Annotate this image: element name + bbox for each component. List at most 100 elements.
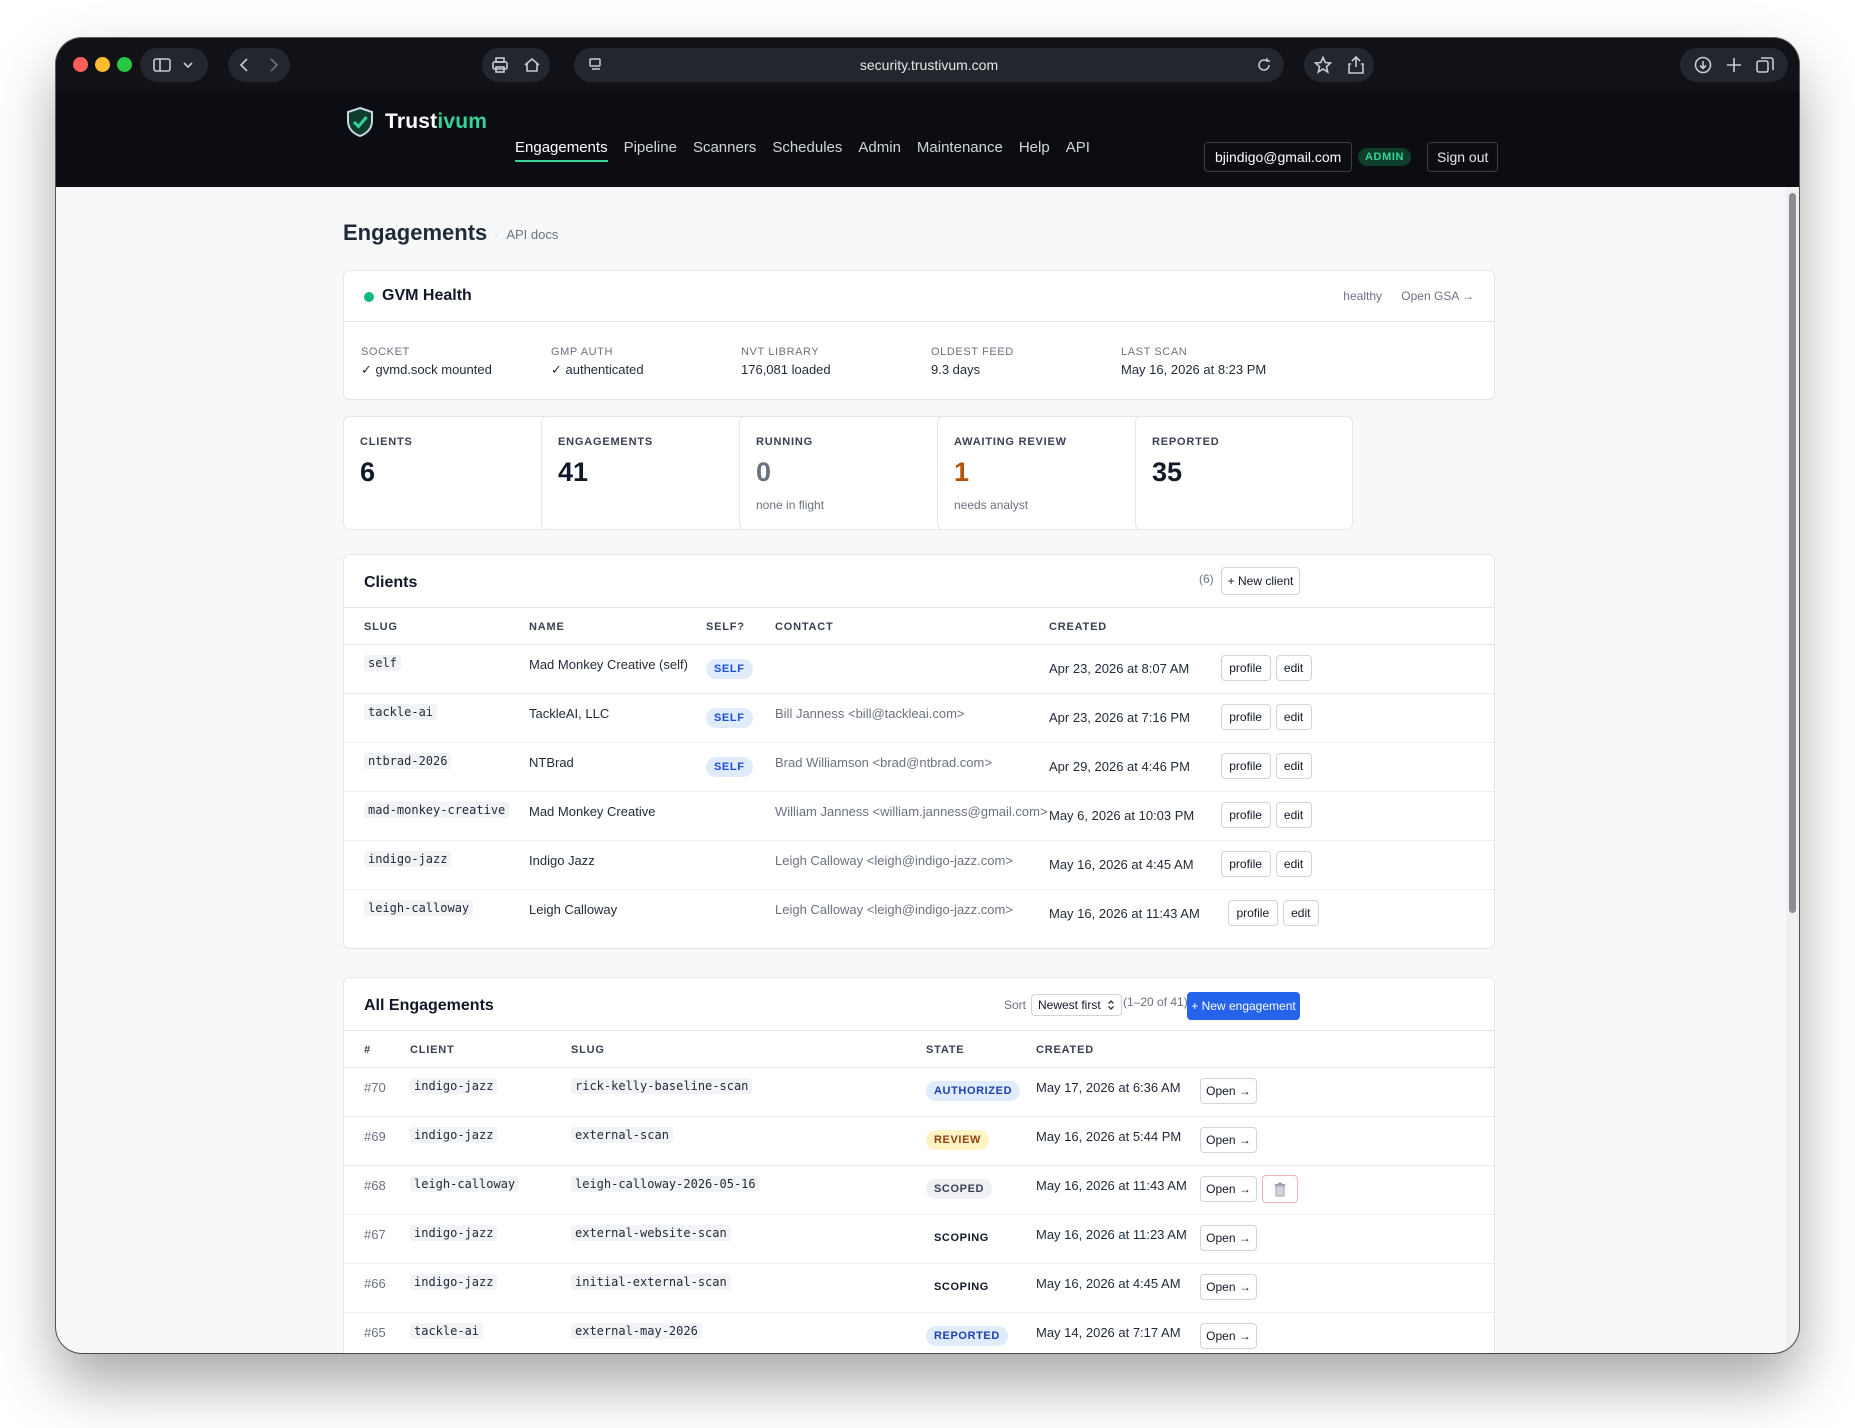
open-engagement-button[interactable]: Open →	[1200, 1323, 1257, 1349]
zoom-window-button[interactable]	[117, 57, 132, 72]
engagement-id: #66	[364, 1276, 386, 1291]
engagement-slug: external-website-scan	[571, 1225, 731, 1241]
nav-api[interactable]: API	[1066, 139, 1090, 162]
client-row: mad-monkey-creative Mad Monkey Creative Wi…	[344, 792, 1494, 841]
engagement-id: #67	[364, 1227, 386, 1242]
bookmark-star-icon[interactable]	[1314, 56, 1332, 74]
stat-card-running: RUNNING 0 none in flight	[739, 416, 957, 530]
client-profile-button[interactable]: profile	[1220, 851, 1271, 877]
desktop: security.trustivum.com Trustivum Engagem…	[0, 0, 1855, 1428]
state-badge: AUTHORIZED	[926, 1081, 1021, 1101]
nav-help[interactable]: Help	[1019, 139, 1050, 162]
open-engagement-button[interactable]: Open →	[1200, 1127, 1257, 1153]
new-client-button[interactable]: + New client	[1221, 567, 1300, 595]
stat-label: RUNNING	[756, 436, 813, 448]
column-header: NAME	[529, 621, 565, 633]
nav-pipeline[interactable]: Pipeline	[624, 139, 677, 162]
stat-label: AWAITING REVIEW	[954, 436, 1067, 448]
nav-scanners[interactable]: Scanners	[693, 139, 756, 162]
client-edit-button[interactable]: edit	[1275, 802, 1312, 828]
open-engagement-button[interactable]: Open →	[1200, 1078, 1257, 1104]
engagement-row: #70 indigo-jazz rick-kelly-baseline-scan AU…	[344, 1068, 1494, 1117]
client-name: TackleAI, LLC	[529, 706, 610, 721]
page-settings-icon[interactable]	[588, 57, 604, 73]
minimize-window-button[interactable]	[95, 57, 110, 72]
clients-title: Clients	[364, 574, 418, 591]
column-header: CREATED	[1036, 1044, 1094, 1056]
open-engagement-button[interactable]: Open →	[1200, 1225, 1257, 1251]
home-icon[interactable]	[523, 57, 541, 73]
reload-icon[interactable]	[1256, 57, 1272, 73]
download-icon[interactable]	[1694, 56, 1712, 74]
client-profile-button[interactable]: profile	[1220, 753, 1271, 779]
client-name: Indigo Jazz	[529, 853, 595, 868]
url-text: security.trustivum.com	[859, 57, 999, 73]
client-profile-button[interactable]: profile	[1220, 704, 1271, 730]
delete-engagement-button[interactable]	[1262, 1175, 1298, 1203]
close-window-button[interactable]	[73, 57, 88, 72]
sidebar-toggle-button[interactable]	[140, 48, 208, 82]
logo-text-accent: ivum	[437, 110, 488, 133]
state-badge: REPORTED	[926, 1326, 1008, 1346]
logo[interactable]: Trustivum	[345, 106, 487, 138]
tab-overview-icon[interactable]	[1756, 56, 1774, 74]
gvm-metric-value: 9.3 days	[931, 362, 981, 377]
open-engagement-button[interactable]: Open →	[1200, 1176, 1257, 1202]
client-profile-button[interactable]: profile	[1220, 655, 1271, 681]
new-engagement-button[interactable]: + New engagement	[1187, 992, 1300, 1020]
column-header: SELF?	[706, 621, 745, 633]
column-header: SLUG	[364, 621, 398, 633]
engagement-slug: initial-external-scan	[571, 1274, 731, 1290]
client-edit-button[interactable]: edit	[1275, 655, 1312, 681]
engagements-range: (1–20 of 41)	[1123, 995, 1188, 1009]
scrollbar-thumb[interactable]	[1789, 193, 1796, 913]
page-scrollbar[interactable]	[1786, 187, 1799, 1353]
shield-check-icon	[347, 106, 373, 138]
client-edit-button[interactable]: edit	[1275, 851, 1312, 877]
nav-schedules[interactable]: Schedules	[772, 139, 842, 162]
client-edit-button[interactable]: edit	[1275, 753, 1312, 779]
stat-card-awaiting-review: AWAITING REVIEW 1 needs analyst	[937, 416, 1155, 530]
sign-out-button[interactable]: Sign out	[1427, 142, 1499, 172]
new-tab-icon[interactable]	[1726, 57, 1742, 73]
stat-label: ENGAGEMENTS	[558, 436, 653, 448]
nav-engagements[interactable]: Engagements	[515, 139, 608, 162]
engagements-title: All Engagements	[364, 997, 494, 1014]
stat-value: 0	[756, 457, 772, 487]
gvm-metric-value: May 16, 2026 at 8:23 PM	[1121, 362, 1267, 377]
engagement-created: May 16, 2026 at 11:43 AM	[1036, 1178, 1187, 1193]
stat-value: 35	[1152, 457, 1183, 487]
open-gsa-link[interactable]: Open GSA →	[1401, 289, 1474, 303]
history-nav	[228, 48, 290, 82]
open-engagement-button[interactable]: Open →	[1200, 1274, 1257, 1300]
client-created: Apr 23, 2026 at 7:16 PM	[1049, 710, 1190, 725]
client-edit-button[interactable]: edit	[1275, 704, 1312, 730]
share-icon[interactable]	[1348, 56, 1364, 74]
updown-chevron-icon	[1107, 1000, 1114, 1010]
engagement-client: tackle-ai	[410, 1323, 484, 1339]
engagement-id: #68	[364, 1178, 386, 1193]
nav-admin[interactable]: Admin	[858, 139, 901, 162]
engagement-client: indigo-jazz	[410, 1225, 498, 1241]
sidebar-icon	[153, 58, 171, 72]
client-contact: Brad Williamson <brad@ntbrad.com>	[775, 755, 992, 770]
forward-arrow-icon[interactable]	[268, 57, 280, 73]
engagements-card: All Engagements Sort Newest first (1–20 …	[343, 977, 1495, 1353]
gvm-metric-label: OLDEST FEED	[931, 346, 1014, 358]
sort-select[interactable]: Newest first	[1031, 994, 1122, 1016]
page-actions	[1304, 48, 1374, 82]
client-row: leigh-calloway Leigh Calloway Leigh Callow…	[344, 890, 1494, 939]
back-arrow-icon[interactable]	[238, 57, 250, 73]
health-status-dot	[364, 292, 374, 302]
gvm-metric-value: ✓ gvmd.sock mounted	[361, 362, 492, 377]
print-icon[interactable]	[491, 57, 509, 73]
nav-maintenance[interactable]: Maintenance	[917, 139, 1003, 162]
clients-table-header: SLUG NAME SELF? CONTACT CREATED	[344, 607, 1494, 645]
client-edit-button[interactable]: edit	[1282, 900, 1319, 926]
client-profile-button[interactable]: profile	[1220, 802, 1271, 828]
user-email-button[interactable]: bjindigo@gmail.com	[1204, 142, 1353, 172]
client-slug: leigh-calloway	[364, 900, 474, 916]
api-docs-link[interactable]: · API docs	[494, 227, 558, 242]
address-bar[interactable]: security.trustivum.com	[574, 48, 1284, 82]
client-profile-button[interactable]: profile	[1227, 900, 1278, 926]
